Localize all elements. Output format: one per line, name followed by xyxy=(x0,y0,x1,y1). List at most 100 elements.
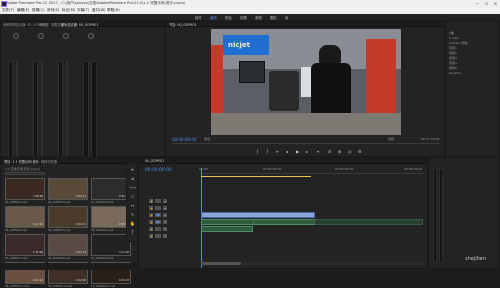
transport-controls: { } ⇤ ◂ ▶ ▸ ⇥ ⊟ ⊞ ◎ ⚙ xyxy=(256,149,376,155)
track-select-icon[interactable]: ⇉ xyxy=(130,176,135,181)
pan-knob-a1[interactable] xyxy=(13,33,19,39)
tab-media-browser[interactable]: 媒体浏览器 xyxy=(41,159,57,164)
timeline-scrollbar[interactable] xyxy=(199,262,424,265)
audio-clip-a1-extend[interactable] xyxy=(253,219,423,225)
workspace-editing[interactable]: 编辑 xyxy=(210,15,217,20)
video-clip-v1[interactable] xyxy=(201,212,315,218)
pan-knob-a3[interactable] xyxy=(63,33,69,39)
media-thumbnail[interactable]: 0:58:02 xyxy=(91,206,131,228)
mute-icon[interactable]: M xyxy=(163,220,167,224)
menu-window[interactable]: 窗口(W) xyxy=(92,8,106,13)
workspace-libraries[interactable]: 库 xyxy=(285,15,288,20)
step-back-icon[interactable]: ◂ xyxy=(286,149,288,154)
export-frame-icon[interactable]: ◎ xyxy=(348,149,352,154)
person-head xyxy=(319,45,341,65)
selection-tool-icon[interactable]: ➤ xyxy=(130,167,135,172)
workspace-color[interactable]: 颜色 xyxy=(225,15,232,20)
pan-knob-master[interactable] xyxy=(88,33,94,39)
track-label[interactable]: V3 xyxy=(155,199,161,203)
maximize-button[interactable]: ☐ xyxy=(482,0,491,7)
tab-project[interactable]: 项目: 1-1 完整示例-音乐 xyxy=(4,159,39,164)
menu-clip[interactable]: 剪辑(C) xyxy=(32,8,45,13)
play-icon[interactable]: ▶ xyxy=(296,149,299,154)
media-thumbnail[interactable]: 1:30:09 xyxy=(5,234,45,256)
project-panel: 项目: 1-1 完整示例-音乐 媒体浏览器 1-1 完整示例-音乐.prproj… xyxy=(0,157,139,288)
track-lock-icon[interactable]: 🔒 xyxy=(149,213,153,217)
track-lock-icon[interactable]: 🔒 xyxy=(149,234,153,238)
eye-icon[interactable]: ◉ xyxy=(163,206,167,210)
pen-icon[interactable]: ✎ xyxy=(130,212,135,217)
tab-sequence[interactable]: 00_GOPRO1 xyxy=(145,159,164,163)
settings-icon[interactable]: ⚙ xyxy=(358,149,362,154)
workspace-assembly[interactable]: 组件 xyxy=(195,15,202,20)
track-lock-icon[interactable]: 🔒 xyxy=(149,206,153,210)
media-thumbnail[interactable]: 3:11:00 xyxy=(91,234,131,256)
media-thumbnail[interactable]: 1:12:04 xyxy=(5,206,45,228)
menu-title[interactable]: 字幕(T) xyxy=(77,8,89,13)
close-button[interactable]: ✕ xyxy=(491,0,500,7)
hand-icon[interactable]: ✋ xyxy=(130,221,135,226)
menu-sequence[interactable]: 序列(S) xyxy=(47,8,59,13)
project-search-input[interactable] xyxy=(5,172,45,175)
watermark-text: shejiben xyxy=(465,256,487,262)
time-ruler[interactable]: 00:00 00:02:00:00 00:04:00:00 00:06:00:0… xyxy=(199,166,424,174)
thumbnail-name: 02_GOPRO4.mp4 xyxy=(5,228,28,232)
lift-icon[interactable]: ⊟ xyxy=(328,149,331,154)
track-label[interactable]: V1 xyxy=(155,213,161,217)
thumbnail-name: 07_GOPRO9.mp4 xyxy=(91,256,114,260)
track-lock-icon[interactable]: 🔒 xyxy=(149,220,153,224)
slip-icon[interactable]: ↔ xyxy=(130,203,135,208)
extract-icon[interactable]: ⊞ xyxy=(338,149,341,154)
track-lock-icon[interactable]: 🔒 xyxy=(149,199,153,203)
tab-track-mixer[interactable]: 音轨混合器: 00_GOPRO1 xyxy=(61,22,98,27)
video-frame: nicjet xyxy=(211,29,401,135)
fit-dropdown[interactable]: 适合 xyxy=(204,137,210,141)
track-label[interactable]: A1 xyxy=(155,220,161,224)
track-label[interactable]: A3 xyxy=(155,234,161,238)
tab-metadata[interactable]: 元数据 xyxy=(39,22,49,27)
red-wall xyxy=(211,45,223,115)
mute-icon[interactable]: M xyxy=(163,227,167,231)
menu-help[interactable]: 帮助(H) xyxy=(107,8,120,13)
program-current-timecode[interactable]: 00:00:00:00 xyxy=(172,137,196,142)
menu-marker[interactable]: 标记(M) xyxy=(62,8,75,13)
media-thumbnail[interactable]: 3:05:21 xyxy=(48,178,88,200)
thumbnail-name: 04_GOPRO6.mp4 xyxy=(91,228,114,232)
step-forward-icon[interactable]: ▸ xyxy=(306,149,308,154)
pan-knob-a2[interactable] xyxy=(38,33,44,39)
playhead[interactable] xyxy=(201,168,202,268)
audio-clip-a2[interactable] xyxy=(201,226,253,232)
track-label[interactable]: V2 xyxy=(155,206,161,210)
media-thumbnail[interactable]: 0:21:14 xyxy=(48,234,88,256)
eye-icon[interactable]: ◉ xyxy=(163,213,167,217)
eye-icon[interactable]: ◉ xyxy=(163,199,167,203)
quality-dropdown[interactable]: 完整 xyxy=(388,137,394,141)
track-header: 🔒 V3 ◉ xyxy=(149,198,197,204)
mark-out-icon[interactable]: } xyxy=(266,149,269,154)
track-lock-icon[interactable]: 🔒 xyxy=(149,227,153,231)
media-thumbnail[interactable]: 7:38:08 xyxy=(5,178,45,200)
thumbnail-duration: 3:05:21 xyxy=(76,195,86,198)
side-list-item[interactable]: Desktop xyxy=(449,71,499,76)
tab-program[interactable]: 节目: 00_GOPRO1 xyxy=(169,22,197,27)
timeline-timecode[interactable]: 00:00:00:00 xyxy=(145,168,172,173)
program-scrubber[interactable] xyxy=(172,143,440,144)
track-label[interactable]: A2 xyxy=(155,227,161,231)
menu-edit[interactable]: 编辑(E) xyxy=(17,8,29,13)
minimize-button[interactable]: ─ xyxy=(473,0,482,7)
workspace-effects[interactable]: 效果 xyxy=(240,15,247,20)
menu-file[interactable]: 文件(F) xyxy=(2,8,14,13)
go-to-in-icon[interactable]: ⇤ xyxy=(276,149,279,154)
ripple-edit-icon[interactable]: ⟷ xyxy=(130,185,136,190)
media-thumbnail[interactable]: 2:04:17 xyxy=(48,206,88,228)
work-area-bar[interactable] xyxy=(201,176,311,177)
timeline-scroll-thumb[interactable] xyxy=(201,262,241,265)
go-to-out-icon[interactable]: ⇥ xyxy=(316,149,319,154)
workspace-graphics[interactable]: 图形 xyxy=(270,15,277,20)
razor-icon[interactable]: ◇ xyxy=(130,194,135,199)
media-thumbnail[interactable]: 0:42:11 xyxy=(91,178,131,200)
workspace-audio[interactable]: 音频 xyxy=(255,15,262,20)
mark-in-icon[interactable]: { xyxy=(256,149,259,154)
type-icon[interactable]: T xyxy=(130,230,135,235)
mute-icon[interactable]: M xyxy=(163,234,167,238)
